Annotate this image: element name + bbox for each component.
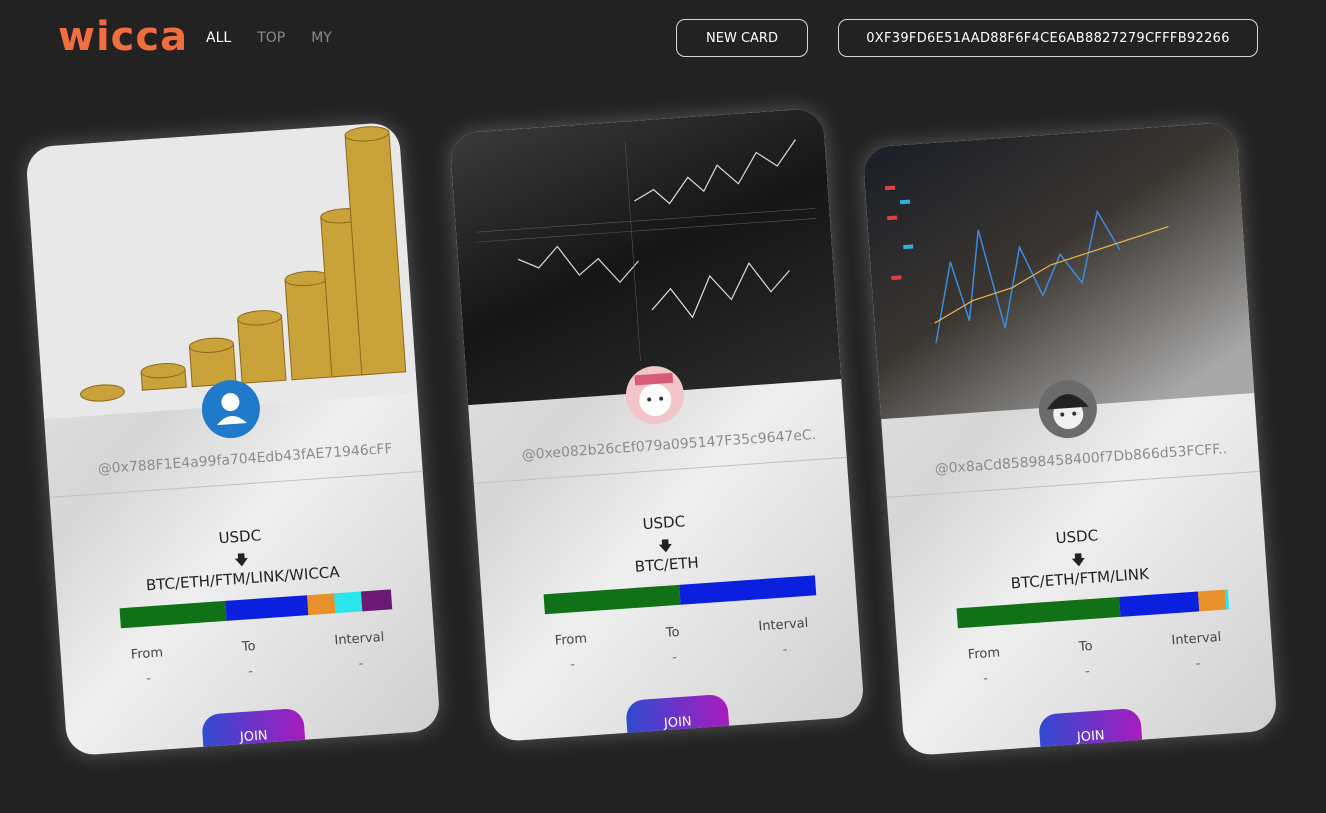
- from-label: From: [554, 631, 588, 649]
- allocation-segment: [1119, 591, 1200, 617]
- dca-card: @0xe082b26cEf079a095147F35c9647eC... USD…: [449, 107, 865, 743]
- from-value: -: [145, 671, 152, 687]
- from-value: -: [982, 671, 989, 687]
- schedule-info: From - To - Interval -: [130, 630, 386, 688]
- allocation-bar: [956, 589, 1230, 629]
- from-label: From: [130, 645, 164, 663]
- interval-value: -: [1195, 656, 1201, 672]
- dca-card: @0x8aCd85898458400f7Db866d53FCFF... USDC…: [862, 121, 1278, 757]
- owner-address: @0x788F1E4a99fa704Edb43fAE71946cFF...: [97, 441, 392, 478]
- candlestick-chart-image: [862, 121, 1255, 420]
- interval-label: Interval: [757, 615, 809, 635]
- allocation-segment: [361, 589, 393, 612]
- owner-address: @0x8aCd85898458400f7Db866d53FCFF...: [934, 441, 1229, 478]
- join-button[interactable]: JOIN: [625, 693, 731, 743]
- interval-value: -: [358, 656, 364, 672]
- interval-value: -: [782, 642, 788, 658]
- allocation-segment: [225, 595, 309, 621]
- schedule-info: From - To - Interval -: [967, 630, 1223, 688]
- join-button[interactable]: JOIN: [1038, 707, 1144, 757]
- nav-all[interactable]: ALL: [206, 30, 231, 46]
- to-label: To: [665, 624, 681, 641]
- new-card-button[interactable]: NEW CARD: [676, 19, 808, 57]
- interval-label: Interval: [333, 629, 385, 649]
- trading-screen-image: [449, 107, 842, 406]
- allocation-segment: [956, 596, 1121, 629]
- allocation-segment: [306, 593, 336, 616]
- to-value: -: [1084, 664, 1091, 680]
- to-value: -: [247, 664, 254, 680]
- allocation-segment: [543, 584, 681, 615]
- logo[interactable]: wicca: [58, 14, 188, 60]
- owner-address: @0xe082b26cEf079a095147F35c9647eC...: [521, 427, 816, 464]
- allocation-bar: [119, 589, 393, 629]
- from-value: -: [569, 657, 576, 673]
- schedule-info: From - To - Interval -: [554, 616, 810, 674]
- dca-card: @0x788F1E4a99fa704Edb43fAE71946cFF... US…: [25, 121, 441, 757]
- allocation-segment: [1198, 589, 1227, 612]
- allocation-segment: [1225, 589, 1230, 610]
- to-value: -: [671, 650, 678, 666]
- to-label: To: [241, 638, 257, 655]
- allocation-segment: [119, 600, 227, 629]
- wallet-address-button[interactable]: 0XF39FD6E51AAD88F6F4CE6AB8827279CFFFB922…: [838, 19, 1258, 57]
- coin-stacks-image: [25, 121, 418, 420]
- allocation-bar: [543, 575, 817, 615]
- allocation-segment: [333, 591, 363, 614]
- interval-label: Interval: [1170, 629, 1222, 649]
- from-label: From: [967, 645, 1001, 663]
- join-button[interactable]: JOIN: [201, 707, 307, 757]
- allocation-segment: [679, 575, 817, 605]
- nav-my[interactable]: MY: [311, 30, 332, 46]
- nav-top[interactable]: TOP: [257, 30, 285, 46]
- to-label: To: [1078, 638, 1094, 655]
- nav: ALL TOP MY: [206, 30, 332, 46]
